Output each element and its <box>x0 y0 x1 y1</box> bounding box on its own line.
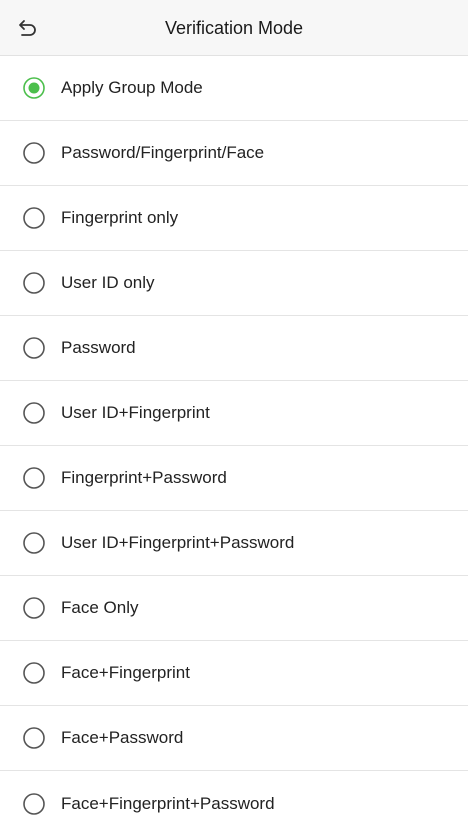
verification-mode-list: Apply Group Mode Password/Fingerprint/Fa… <box>0 56 468 836</box>
radio-unselected-icon[interactable] <box>23 207 45 229</box>
option-user-id-only[interactable]: User ID only <box>0 251 468 316</box>
back-button[interactable] <box>10 10 46 46</box>
radio-unselected-icon[interactable] <box>23 597 45 619</box>
option-apply-group-mode[interactable]: Apply Group Mode <box>0 56 468 121</box>
header-bar: Verification Mode <box>0 0 468 56</box>
option-label: Fingerprint+Password <box>61 468 227 487</box>
radio-unselected-icon[interactable] <box>23 662 45 684</box>
option-label: Face Only <box>61 598 139 617</box>
option-label: Password/Fingerprint/Face <box>61 143 265 162</box>
option-label: Fingerprint only <box>61 208 179 227</box>
option-password-fingerprint-face[interactable]: Password/Fingerprint/Face <box>0 121 468 186</box>
radio-unselected-icon[interactable] <box>23 532 45 554</box>
option-label: Apply Group Mode <box>61 78 203 97</box>
option-user-id-fingerprint-password[interactable]: User ID+Fingerprint+Password <box>0 511 468 576</box>
option-face-fingerprint-password[interactable]: Face+Fingerprint+Password <box>0 771 468 836</box>
option-user-id-fingerprint[interactable]: User ID+Fingerprint <box>0 381 468 446</box>
radio-unselected-icon[interactable] <box>23 727 45 749</box>
option-label: Face+Fingerprint+Password <box>61 793 275 813</box>
option-label: Password <box>61 338 136 357</box>
option-label: User ID only <box>61 273 155 292</box>
option-label: Face+Fingerprint <box>61 663 190 682</box>
back-arrow-icon <box>19 20 36 36</box>
radio-unselected-icon[interactable] <box>23 337 45 359</box>
radio-unselected-icon[interactable] <box>23 467 45 489</box>
radio-unselected-icon[interactable] <box>23 402 45 424</box>
radio-unselected-icon[interactable] <box>23 272 45 294</box>
option-password[interactable]: Password <box>0 316 468 381</box>
radio-selected-icon[interactable] <box>23 77 45 99</box>
radio-unselected-icon[interactable] <box>23 142 45 164</box>
option-face-only[interactable]: Face Only <box>0 576 468 641</box>
option-fingerprint-password[interactable]: Fingerprint+Password <box>0 446 468 511</box>
option-label: User ID+Fingerprint+Password <box>61 533 295 552</box>
option-fingerprint-only[interactable]: Fingerprint only <box>0 186 468 251</box>
option-face-password[interactable]: Face+Password <box>0 706 468 771</box>
radio-unselected-icon[interactable] <box>23 792 45 815</box>
option-face-fingerprint[interactable]: Face+Fingerprint <box>0 641 468 706</box>
page-title: Verification Mode <box>164 18 304 38</box>
option-label: User ID+Fingerprint <box>61 403 210 422</box>
option-label: Face+Password <box>61 728 184 747</box>
